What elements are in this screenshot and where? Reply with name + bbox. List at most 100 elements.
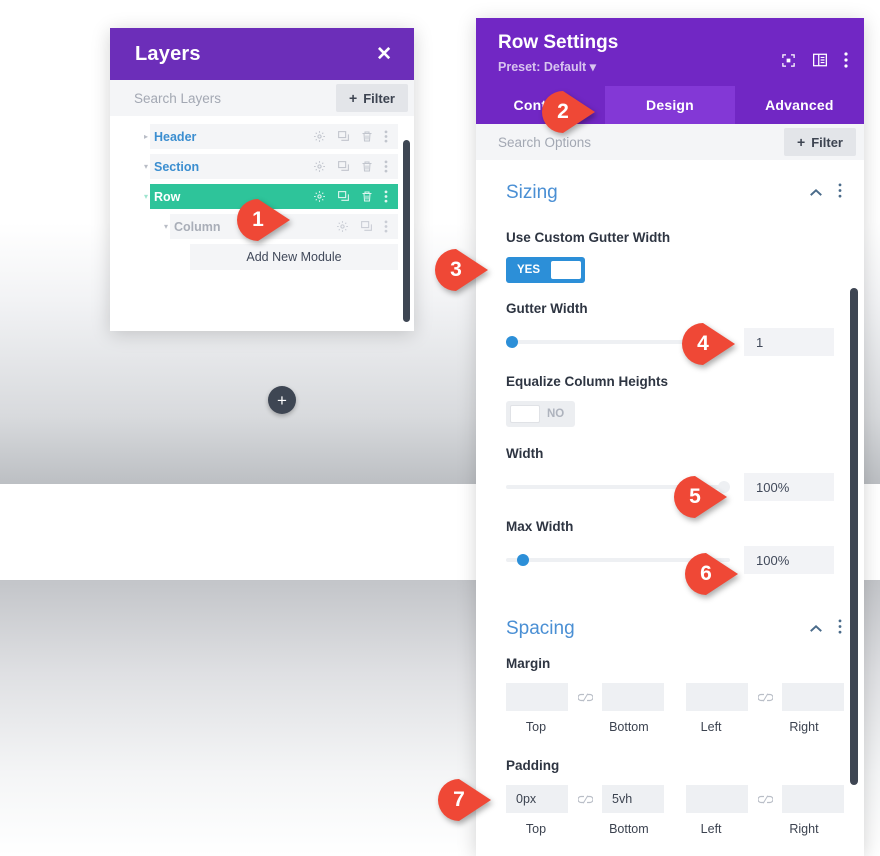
field-margin: Margin	[476, 656, 864, 671]
toggle-state-label: YES	[517, 264, 541, 276]
trash-icon[interactable]	[361, 130, 373, 143]
field-label: Padding	[506, 758, 560, 773]
layers-scrollbar[interactable]	[403, 140, 410, 322]
more-vertical-icon[interactable]	[844, 52, 848, 73]
padding-left-input[interactable]	[686, 785, 748, 813]
tab-design-label: Design	[646, 97, 694, 113]
layout-icon[interactable]	[812, 53, 828, 72]
chain-link-icon[interactable]	[748, 692, 782, 702]
callout-marker-2: 2	[541, 90, 597, 134]
field-equalize-column-heights: Equalize Column Heights NO	[476, 374, 864, 428]
search-layers-input[interactable]: Search Layers	[134, 91, 221, 106]
add-section-button[interactable]: +	[268, 386, 296, 414]
duplicate-icon[interactable]	[337, 130, 350, 143]
search-options-input[interactable]: Search Options	[498, 135, 591, 150]
callout-number: 3	[450, 258, 462, 281]
field-label: Margin	[506, 656, 551, 671]
toggle-state-label: NO	[547, 408, 565, 420]
options-search-bar: Search Options + Filter	[476, 124, 864, 160]
plus-icon: +	[797, 134, 806, 150]
add-new-module-label: Add New Module	[246, 250, 342, 264]
margin-top-label: Top	[525, 720, 547, 734]
callout-marker-1: 1	[236, 198, 292, 242]
layer-row-label: Header	[154, 129, 197, 144]
margin-left-label: Left	[700, 720, 722, 734]
chain-link-icon[interactable]	[748, 794, 782, 804]
gutter-width-input[interactable]: 1	[744, 328, 834, 356]
sizing-section-header[interactable]: Sizing	[476, 160, 864, 212]
width-input[interactable]: 100%	[744, 473, 834, 501]
field-width: Width 100%	[476, 446, 864, 501]
padding-top-input[interactable]: 0px	[506, 785, 568, 813]
margin-left-input[interactable]	[686, 683, 748, 711]
chevron-up-icon[interactable]	[809, 620, 823, 638]
spacing-section-header[interactable]: Spacing	[476, 574, 864, 648]
layer-row-actions	[336, 220, 398, 233]
gear-icon[interactable]	[313, 190, 326, 203]
more-vertical-icon[interactable]	[384, 190, 388, 203]
layers-filter-label: Filter	[363, 90, 395, 106]
padding-bottom-input[interactable]: 5vh	[602, 785, 664, 813]
tab-advanced-label: Advanced	[765, 97, 834, 113]
trash-icon[interactable]	[361, 160, 373, 173]
callout-marker-5: 5	[673, 475, 729, 519]
gear-icon[interactable]	[313, 130, 326, 143]
chain-link-icon[interactable]	[568, 692, 602, 702]
callout-number: 5	[689, 485, 701, 508]
slider-handle[interactable]	[506, 336, 518, 348]
field-label: Equalize Column Heights	[506, 374, 669, 389]
focus-icon[interactable]	[781, 53, 796, 73]
more-vertical-icon[interactable]	[838, 619, 842, 639]
callout-marker-4: 4	[681, 322, 737, 366]
use-custom-gutter-width-toggle[interactable]: YES	[506, 257, 586, 283]
margin-right-input[interactable]	[782, 683, 844, 711]
max-width-input[interactable]: 100%	[744, 546, 834, 574]
field-label: Width	[506, 446, 544, 461]
callout-marker-6: 6	[684, 552, 740, 596]
options-filter-button[interactable]: + Filter	[784, 128, 856, 156]
row-settings-scrollbar[interactable]	[850, 288, 858, 785]
layer-row-actions	[313, 190, 398, 203]
layers-filter-button[interactable]: + Filter	[336, 84, 408, 112]
duplicate-icon[interactable]	[337, 190, 350, 203]
padding-inputs: 0px 5vh	[476, 785, 864, 815]
field-use-custom-gutter-width: Use Custom Gutter Width YES	[476, 230, 864, 283]
tab-design[interactable]: Design	[605, 86, 735, 124]
chevron-down-icon[interactable]: ▾	[158, 222, 174, 231]
duplicate-icon[interactable]	[360, 220, 373, 233]
row-settings-body: Sizing Use Custom Gutter Width YES Gutte…	[476, 160, 864, 856]
chevron-right-icon[interactable]: ▸	[138, 132, 154, 141]
row-settings-header-actions	[781, 52, 848, 73]
spacing-section-actions	[809, 619, 842, 639]
padding-right-input[interactable]	[782, 785, 844, 813]
field-padding: Padding	[476, 758, 864, 773]
layer-row-header[interactable]: ▸ Header	[144, 124, 398, 149]
equalize-column-heights-toggle[interactable]: NO	[506, 401, 576, 427]
chevron-down-icon[interactable]: ▾	[138, 192, 154, 201]
layers-panel-header: Layers ✕	[110, 28, 414, 80]
trash-icon[interactable]	[361, 190, 373, 203]
close-icon[interactable]: ✕	[376, 45, 392, 64]
more-vertical-icon[interactable]	[384, 220, 388, 233]
more-vertical-icon[interactable]	[384, 130, 388, 143]
more-vertical-icon[interactable]	[838, 183, 842, 203]
add-new-module-button[interactable]: Add New Module	[190, 244, 398, 270]
layer-row-section[interactable]: ▾ Section	[144, 154, 398, 179]
chain-link-icon[interactable]	[568, 794, 602, 804]
plus-icon: +	[277, 390, 287, 410]
duplicate-icon[interactable]	[337, 160, 350, 173]
slider-handle[interactable]	[517, 554, 530, 566]
chevron-up-icon[interactable]	[809, 184, 823, 202]
sizing-section-actions	[809, 183, 842, 203]
sizing-section-title: Sizing	[506, 182, 558, 203]
tab-advanced[interactable]: Advanced	[735, 86, 864, 124]
gear-icon[interactable]	[313, 160, 326, 173]
margin-top-input[interactable]	[506, 683, 568, 711]
callout-number: 6	[700, 562, 712, 585]
chevron-down-icon[interactable]: ▾	[138, 162, 154, 171]
page-title: Row Settings	[498, 32, 619, 53]
margin-right-label: Right	[789, 720, 819, 734]
margin-bottom-input[interactable]	[602, 683, 664, 711]
gear-icon[interactable]	[336, 220, 349, 233]
more-vertical-icon[interactable]	[384, 160, 388, 173]
